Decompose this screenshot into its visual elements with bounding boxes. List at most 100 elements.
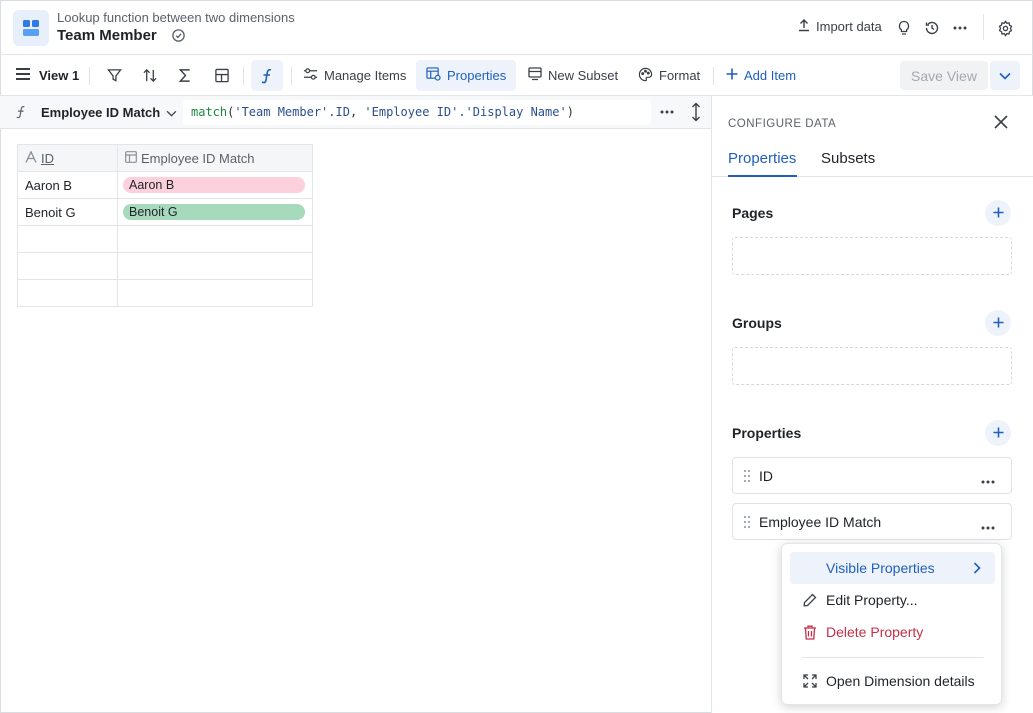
toolbar-divider: [89, 67, 90, 85]
empty-cell[interactable]: [17, 279, 118, 307]
formula-input[interactable]: match('Team Member'.ID, 'Employee ID'.'D…: [183, 100, 651, 125]
history-icon[interactable]: [922, 18, 942, 38]
toolbar: View 1 Manage Items Properties New Subse…: [0, 55, 1033, 96]
section-groups-title: Groups: [732, 315, 782, 331]
manage-items-label: Manage Items: [324, 68, 407, 83]
section-properties-title: Properties: [732, 425, 802, 441]
filter-icon[interactable]: [107, 55, 122, 96]
drag-handle-icon[interactable]: [743, 515, 751, 532]
badge-icon[interactable]: [171, 28, 186, 46]
subset-icon: [528, 67, 542, 84]
app-header: Lookup function between two dimensions T…: [0, 0, 1033, 55]
tab-subsets[interactable]: Subsets: [821, 150, 875, 167]
column-header-label: Employee ID Match: [141, 150, 255, 166]
chevron-down-icon: [166, 105, 177, 120]
manage-items-button[interactable]: Manage Items: [303, 55, 406, 96]
menu-divider: [802, 657, 983, 658]
formula-icon[interactable]: [251, 60, 283, 91]
cell-match[interactable]: Aaron B: [117, 171, 313, 199]
plus-icon: [992, 426, 1004, 441]
header-divider: [983, 14, 984, 40]
property-row-id[interactable]: ID: [732, 457, 1012, 494]
gear-icon[interactable]: [995, 18, 1015, 38]
empty-row: [17, 252, 313, 280]
view-selector[interactable]: View 1: [16, 55, 79, 96]
view-label: View 1: [39, 68, 80, 83]
close-icon[interactable]: [994, 115, 1008, 132]
format-label: Format: [659, 68, 701, 83]
more-icon[interactable]: [950, 18, 970, 38]
empty-cell[interactable]: [117, 225, 313, 253]
sort-icon[interactable]: [142, 55, 158, 96]
formula-comma: ,: [349, 105, 365, 119]
item-pill: Aaron B: [123, 177, 305, 193]
menu-item-visible-properties[interactable]: Visible Properties: [790, 552, 995, 584]
column-header-employee-id-match[interactable]: Employee ID Match: [117, 144, 313, 172]
trash-icon: [802, 624, 818, 640]
cell-match[interactable]: Benoit G: [117, 198, 313, 226]
empty-row: [17, 279, 313, 307]
groups-dropzone[interactable]: [732, 347, 1012, 385]
app-grid-icon[interactable]: [13, 10, 49, 46]
data-grid: ID Employee ID Match Aaron B Aaron B Ben…: [17, 144, 313, 307]
menu-item-edit-property[interactable]: Edit Property...: [790, 584, 995, 616]
table-row: Benoit G Benoit G: [17, 198, 313, 226]
properties-button[interactable]: Properties: [416, 60, 517, 91]
column-header-label: ID: [41, 150, 54, 166]
cell-id[interactable]: Benoit G: [17, 198, 118, 226]
more-icon[interactable]: [660, 104, 674, 123]
more-icon[interactable]: [981, 472, 995, 487]
table-icon: [125, 150, 137, 166]
section-pages-title: Pages: [732, 205, 774, 221]
lightbulb-icon[interactable]: [894, 18, 914, 38]
menu-item-delete-property[interactable]: Delete Property: [790, 616, 995, 648]
menu-item-open-dimension-details[interactable]: Open Dimension details: [790, 665, 995, 697]
menu-item-label: Open Dimension details: [826, 673, 975, 689]
palette-icon: [638, 67, 653, 85]
property-row-label: ID: [759, 468, 773, 484]
empty-cell[interactable]: [117, 279, 313, 307]
property-row-label: Employee ID Match: [759, 514, 882, 530]
new-subset-button[interactable]: New Subset: [528, 55, 618, 96]
plus-icon: [726, 68, 738, 83]
save-view-button[interactable]: Save View: [900, 61, 988, 90]
new-subset-label: New Subset: [548, 68, 619, 83]
resize-vertical-icon[interactable]: [690, 102, 702, 125]
tab-properties[interactable]: Properties: [728, 150, 796, 167]
empty-cell[interactable]: [117, 252, 313, 280]
empty-cell[interactable]: [17, 252, 118, 280]
import-data-button[interactable]: Import data: [797, 18, 882, 35]
page-title[interactable]: Team Member: [57, 27, 157, 44]
formula-arg-1: 'Team Member'.ID: [234, 105, 350, 119]
cell-id[interactable]: Aaron B: [17, 171, 118, 199]
sum-icon[interactable]: [178, 55, 192, 96]
property-selector[interactable]: Employee ID Match: [41, 105, 177, 120]
empty-cell[interactable]: [17, 225, 118, 253]
save-view-dropdown[interactable]: [990, 61, 1020, 90]
formula-close-paren: ): [566, 105, 574, 119]
more-icon[interactable]: [981, 518, 995, 533]
add-group-button[interactable]: [985, 310, 1011, 336]
formula-arg-2: 'Employee ID'.'Display Name': [364, 105, 567, 119]
menu-item-label: Visible Properties: [826, 560, 935, 576]
drag-handle-icon[interactable]: [743, 469, 751, 486]
property-selector-label: Employee ID Match: [41, 105, 161, 120]
toolbar-divider: [713, 67, 714, 85]
grid-header-row: ID Employee ID Match: [17, 144, 313, 172]
add-page-button[interactable]: [985, 200, 1011, 226]
column-header-id[interactable]: ID: [17, 144, 118, 172]
panel-tabs: Properties Subsets: [712, 146, 1033, 177]
table-gear-icon: [426, 67, 441, 84]
toolbar-divider: [243, 67, 244, 85]
formula-function: match: [191, 105, 228, 119]
layout-icon[interactable]: [214, 55, 230, 96]
empty-row: [17, 225, 313, 253]
function-icon: [15, 104, 27, 123]
add-property-button[interactable]: [985, 420, 1011, 446]
panel-label: CONFIGURE DATA: [728, 118, 837, 130]
format-button[interactable]: Format: [638, 55, 700, 96]
property-row-employee-id-match[interactable]: Employee ID Match: [732, 503, 1012, 540]
add-item-button[interactable]: Add Item: [726, 55, 796, 96]
formula-bar: Employee ID Match match('Team Member'.ID…: [0, 96, 711, 129]
pages-dropzone[interactable]: [732, 237, 1012, 275]
